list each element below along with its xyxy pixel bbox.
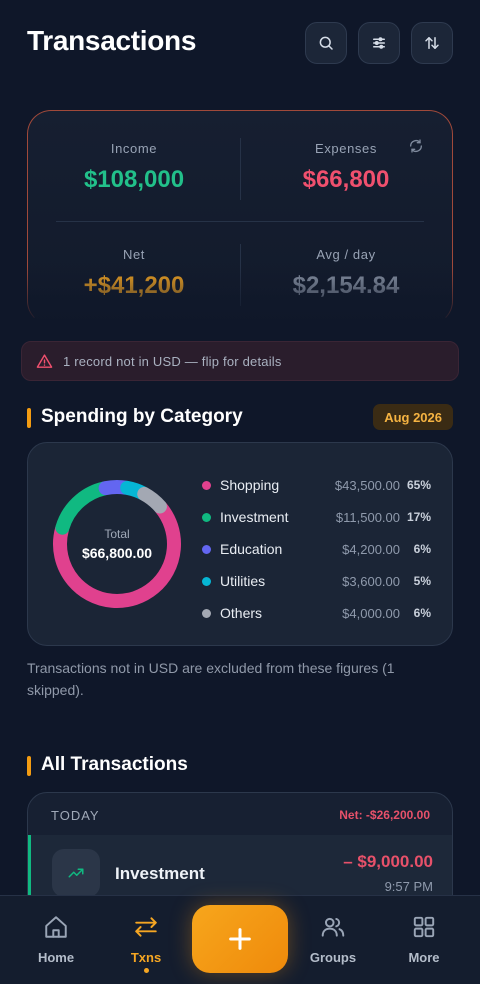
divider [56,221,424,222]
legend-percent: 6% [413,606,431,620]
month-badge[interactable]: Aug 2026 [373,404,453,430]
bottom-nav: Home Txns Groups More [0,895,480,984]
net-stat: Net +$41,200 [28,247,240,300]
home-icon [45,916,67,938]
transaction-amount: – $9,000.00 [343,852,433,871]
expenses-value: $66,800 [302,166,390,193]
legend-item[interactable]: Others $4,000.00 6% [202,597,434,629]
nav-txns[interactable]: Txns [111,914,181,973]
plus-icon [229,928,251,950]
legend-name: Education [220,541,283,557]
legend-name: Investment [220,509,289,525]
group-header: TODAY Net: -$26,200.00 [28,793,452,835]
expenses-stat: Expenses $66,800 [240,141,452,194]
filter-icon [373,37,385,49]
education-dot [202,544,211,554]
legend-amount: $11,500.00 [335,509,400,525]
trending-up-icon [68,868,84,878]
net-label: Net [122,247,146,262]
legend-percent: 65% [406,478,431,492]
avg-stat: Avg / day $2,154.84 [240,247,452,300]
nav-more-label: More [408,950,440,965]
active-indicator [143,968,149,973]
legend-item[interactable]: Utilities $3,600.00 5% [202,565,434,597]
warning-icon [36,353,53,368]
utilities-dot [202,576,211,586]
legend-name: Others [220,605,263,621]
swap-icon [135,917,157,937]
category-legend: Shopping $43,500.00 65% Investment $11,5… [202,469,434,629]
transaction-time: 9:57 PM [384,879,433,894]
legend-name: Shopping [220,477,280,493]
legend-percent: 5% [413,574,431,588]
transaction-name: Investment [115,864,205,883]
spending-title: Spending by Category [27,406,243,428]
avg-label: Avg / day [316,247,376,262]
page-title: Transactions [27,25,197,56]
investment-dot [202,512,211,522]
nav-groups-label: Groups [309,950,357,965]
others-dot [202,608,211,618]
legend-item[interactable]: Investment $11,500.00 17% [202,501,434,533]
income-stat: Income $108,000 [28,141,240,194]
legend-percent: 17% [406,510,431,524]
nav-more[interactable]: More [389,914,459,965]
exclusion-note: Transactions not in USD are excluded fro… [27,660,395,698]
shopping-dot [202,480,211,490]
legend-item[interactable]: Education $4,200.00 6% [202,533,434,565]
search-button[interactable] [305,22,347,64]
net-value: +$41,200 [83,272,185,299]
legend-percent: 6% [413,542,431,556]
legend-amount: $4,000.00 [342,605,400,621]
legend-name: Utilities [220,573,266,589]
expenses-label: Expenses [315,141,377,156]
legend-item[interactable]: Shopping $43,500.00 65% [202,469,434,501]
add-transaction-button[interactable] [192,905,288,973]
nav-txns-label: Txns [130,950,162,965]
summary-card[interactable]: Income $108,000 Expenses $66,800 Net +$4… [26,110,454,326]
nav-home[interactable]: Home [21,914,91,965]
users-icon [321,917,345,937]
legend-amount: $43,500.00 [334,477,400,493]
alert-text: 1 record not in USD — flip for details [63,353,282,369]
currency-alert[interactable]: 1 record not in USD — flip for details [21,341,459,381]
sort-button[interactable] [411,22,453,64]
transactions-title: All Transactions [27,754,188,776]
group-net: Net: -$26,200.00 [339,808,430,822]
legend-amount: $4,200.00 [342,541,400,557]
category-card: Total $66,800.00 Shopping $43,500.00 65%… [27,442,453,646]
nav-home-label: Home [37,950,75,965]
filter-button[interactable] [358,22,400,64]
grid-icon [413,916,435,938]
donut-center: Total $66,800.00 [50,477,184,611]
income-label: Income [110,141,158,156]
header: Transactions [0,0,480,90]
donut-total-value: $66,800.00 [81,545,153,561]
legend-amount: $3,600.00 [342,573,400,589]
group-label: TODAY [51,808,100,823]
income-value: $108,000 [83,166,185,193]
search-icon [319,36,333,50]
nav-groups[interactable]: Groups [298,914,368,965]
avg-value: $2,154.84 [292,272,400,299]
sort-icon [425,37,439,49]
donut-total-label: Total [104,527,130,541]
transaction-category-icon [52,849,100,897]
